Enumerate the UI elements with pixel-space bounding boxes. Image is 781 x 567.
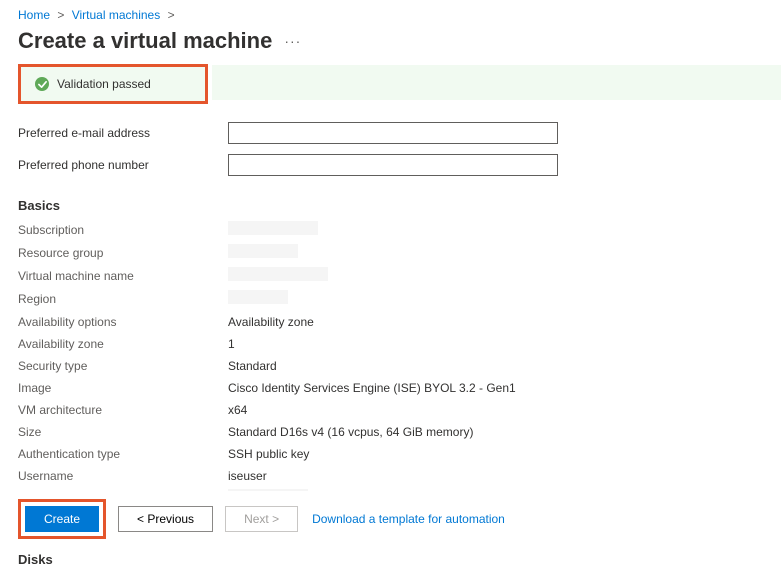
summary-value: Standard [228,357,277,375]
validation-banner: Validation passed [21,67,205,101]
email-field[interactable] [228,122,558,144]
summary-label: Availability zone [18,335,228,353]
email-label: Preferred e-mail address [18,126,228,140]
breadcrumb: Home > Virtual machines > [0,0,781,26]
footer-bar: Create < Previous Next > Download a temp… [0,491,781,549]
phone-label: Preferred phone number [18,158,228,172]
summary-label: Image [18,379,228,397]
next-button: Next > [225,506,298,532]
more-icon[interactable]: ··· [284,33,301,49]
summary-value: x64 [228,401,247,419]
summary-label: Resource group [18,244,228,263]
summary-label: VM architecture [18,401,228,419]
summary-value [228,267,328,286]
create-highlight: Create [18,499,106,539]
redacted-value [228,244,298,258]
summary-label: Availability options [18,313,228,331]
summary-label: Size [18,423,228,441]
section-title-basics: Basics [18,198,763,213]
summary-label: Authentication type [18,445,228,463]
previous-button[interactable]: < Previous [118,506,213,532]
redacted-value [228,267,328,281]
check-circle-icon [35,77,49,91]
page-title-row: Create a virtual machine ··· [0,26,781,64]
create-button[interactable]: Create [25,506,99,532]
chevron-right-icon: > [168,8,175,22]
download-template-link[interactable]: Download a template for automation [312,512,505,526]
summary-label: Security type [18,357,228,375]
validation-banner-background [212,65,781,100]
summary-value: iseuser [228,467,267,485]
page-title: Create a virtual machine [18,28,272,54]
summary-value: Standard D16s v4 (16 vcpus, 64 GiB memor… [228,423,473,441]
phone-field[interactable] [228,154,558,176]
summary-label: Virtual machine name [18,267,228,286]
summary-value: SSH public key [228,445,309,463]
summary-value: Cisco Identity Services Engine (ISE) BYO… [228,379,516,397]
summary-value: 1 [228,335,235,353]
summary-value: Availability zone [228,313,314,331]
redacted-value [228,290,288,304]
summary-label: Username [18,467,228,485]
chevron-right-icon: > [57,8,64,22]
summary-value [228,244,298,263]
summary-label: Subscription [18,221,228,240]
breadcrumb-virtual-machines[interactable]: Virtual machines [72,8,161,22]
section-title-disks: Disks [18,552,763,567]
summary-value [228,221,318,240]
validation-message: Validation passed [57,77,151,91]
redacted-value [228,221,318,235]
breadcrumb-home[interactable]: Home [18,8,50,22]
summary-value [228,290,288,309]
summary-label: Region [18,290,228,309]
validation-highlight: Validation passed [18,64,208,104]
